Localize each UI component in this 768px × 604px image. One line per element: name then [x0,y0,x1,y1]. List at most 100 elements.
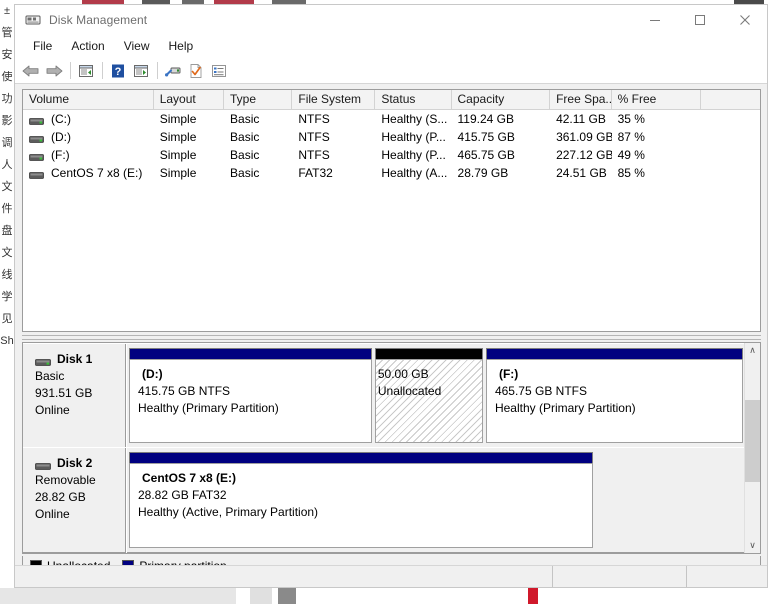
partition-size-filesystem: 415.75 GB NTFS [138,384,231,398]
partition-status: Unallocated [377,384,442,398]
partition-strip: CentOS 7 x8 (E:) 28.82 GB FAT32 Healthy (A… [127,448,745,553]
disk-type-label: Removable [35,473,96,487]
column-free-space[interactable]: Free Spa... [550,90,612,109]
cell-volume: (D:) [23,128,154,146]
background-text-fragment: 人 [1,159,13,171]
cell-layout: Simple [159,130,197,144]
status-segment-tertiary [687,566,767,587]
cell-layout: Simple [159,148,197,162]
cell-capacity: 28.79 GB [457,166,509,180]
background-taskbar-fragment [528,588,538,604]
partition-details: (F:) 465.75 GB NTFS Healthy (Primary Parti… [485,359,743,443]
maximize-button[interactable] [677,5,722,35]
column-layout[interactable]: Layout [153,90,225,109]
cell-type: Basic [230,166,260,180]
toolbar-separator [70,62,71,79]
cell-status: Healthy (P... [381,148,446,162]
table-row[interactable]: (C:) Simple Basic NTFS Healthy (S... 119.24 G… [23,110,760,128]
disk-management-icon [25,12,41,28]
graphical-view-scrollbar[interactable]: ∧ ∨ [744,343,760,553]
table-row[interactable]: (D:) Simple Basic NTFS Healthy (P... 415.75 G… [23,128,760,146]
cell-type: Basic [230,130,260,144]
toolbar: ? [15,58,767,84]
column-status[interactable]: Status [375,90,452,109]
volume-drive-icon [29,133,44,143]
rescan-disks-button[interactable] [185,60,207,82]
disk-size-label: 28.82 GB [35,490,86,504]
disk-name-label: Disk 2 [57,456,93,470]
cell-capacity: 415.75 GB [457,130,515,144]
cell-volume: CentOS 7 x8 (E:) [23,164,154,182]
menu-file[interactable]: File [24,37,62,56]
close-button[interactable] [722,5,767,35]
window-controls [632,5,767,35]
cell-volume: (C:) [23,110,154,128]
disk-title: Disk 2 [35,455,125,472]
table-row[interactable]: CentOS 7 x8 (E:) Simple Basic FAT32 Healthy … [23,164,760,182]
disk-state-label: Online [35,507,70,521]
background-text-fragment: 线 [1,269,13,281]
minimize-button[interactable] [632,5,677,35]
cell-free-space: 361.09 GB [556,130,612,144]
partition-primary[interactable]: (F:) 465.75 GB NTFS Healthy (Primary Parti… [485,348,743,443]
menu-view[interactable]: View [115,37,160,56]
column-percent-free[interactable]: % Free [611,90,702,109]
menu-help[interactable]: Help [160,37,204,56]
background-taskbar-fragment [278,588,296,604]
partition-color-bar [485,348,743,359]
background-text-fragment: 见 [1,313,13,325]
cell-type: Basic [230,148,260,162]
background-text-fragment: 使 [1,71,13,83]
properties-button[interactable] [162,60,184,82]
volume-drive-icon [29,115,44,125]
column-file-system[interactable]: File System [292,90,376,109]
cell-layout: Simple [159,166,197,180]
partition-details: 50.00 GB Unallocated [374,359,483,443]
cell-file-system: NTFS [298,148,330,162]
cell-file-system: NTFS [298,130,330,144]
column-capacity[interactable]: Capacity [451,90,551,109]
status-segment-secondary [553,566,687,587]
disk-removable-icon [35,459,51,470]
back-button[interactable] [20,60,42,82]
scroll-up-arrow[interactable]: ∧ [745,343,760,358]
table-row[interactable]: (F:) Simple Basic NTFS Healthy (P... 465.75 G… [23,146,760,164]
partition-primary[interactable]: CentOS 7 x8 (E:) 28.82 GB FAT32 Healthy (A… [129,452,594,548]
volume-list[interactable]: Volume Layout Type File System Status Capacit… [22,89,761,332]
status-bar [15,565,767,587]
background-text-fragment: Sh [0,335,14,347]
cell-free-space: 24.51 GB [556,166,607,180]
pane-splitter[interactable] [22,335,761,340]
cell-capacity: 119.24 GB [457,112,514,126]
disk-name-label: Disk 1 [57,352,93,366]
menu-bar: File Action View Help [15,35,767,58]
column-volume[interactable]: Volume [23,90,154,109]
column-type[interactable]: Type [224,90,293,109]
partition-unallocated[interactable]: 50.00 GB Unallocated [374,348,483,443]
cell-percent-free: 49 % [617,148,645,162]
menu-action[interactable]: Action [62,37,114,56]
scroll-down-arrow[interactable]: ∨ [745,538,760,553]
column-spacer[interactable] [701,90,760,109]
partition-label: CentOS 7 x8 (E:) [142,471,237,485]
forward-button[interactable] [43,60,65,82]
toolbar-separator [157,62,158,79]
help-button[interactable]: ? [107,60,129,82]
cell-file-system: NTFS [298,112,330,126]
title-bar[interactable]: Disk Management [15,5,767,35]
detail-view-button[interactable] [208,60,230,82]
partition-primary[interactable]: (D:) 415.75 GB NTFS Healthy (Primary Parti… [129,348,372,443]
background-taskbar-fragment [250,588,272,604]
show-hide-tree-button[interactable] [75,60,97,82]
disk-info-panel[interactable]: Disk 2 Removable 28.82 GB Online [23,448,126,553]
disk-title: Disk 1 [35,351,125,368]
svg-text:?: ? [115,66,122,78]
partition-size-filesystem: 465.75 GB NTFS [494,384,587,398]
show-action-pane-button[interactable] [130,60,152,82]
cell-spacer [701,146,760,164]
cell-status: Healthy (A... [381,166,448,180]
disk-info-panel[interactable]: Disk 1 Basic 931.51 GB Online [23,344,126,448]
scroll-thumb[interactable] [745,400,760,482]
cell-capacity: 465.75 GB [457,148,515,162]
partition-status: Healthy (Primary Partition) [494,401,636,415]
